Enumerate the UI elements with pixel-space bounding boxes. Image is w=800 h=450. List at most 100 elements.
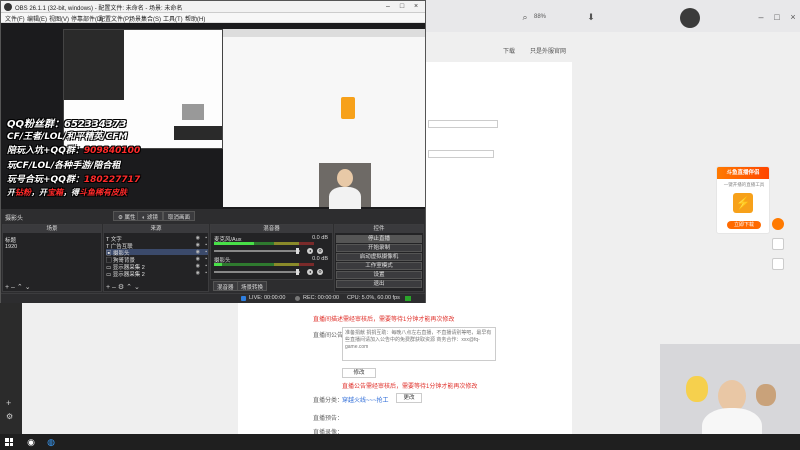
virtual-camera-button[interactable]: 启动虚拟摄像机 <box>336 253 422 261</box>
menu-scene-collection[interactable]: 场景集合(S) <box>129 14 161 23</box>
menu-profile[interactable]: 配置文件(P) <box>99 14 131 23</box>
add-icon[interactable]: + <box>5 284 9 291</box>
promo-line-6d: 宝箱 <box>47 188 63 197</box>
move-down-icon[interactable]: ⌄ <box>25 284 31 291</box>
close-icon[interactable]: × <box>788 12 798 22</box>
volume-fader-knob[interactable] <box>296 269 299 275</box>
cpu-usage: CPU: 5.0%, 60.00 fps <box>347 295 400 301</box>
windows-taskbar: ◉ ◍ <box>0 434 800 450</box>
volume-fader-knob[interactable] <box>296 248 299 254</box>
menu-file[interactable]: 文件(F) <box>5 14 25 23</box>
ad-download-button[interactable]: 立即下载 <box>727 221 761 229</box>
mixer-tab[interactable]: 混音器 <box>213 281 238 291</box>
promo-line-4: 玩CF/LOL/各种手游/陪合租 <box>7 161 121 171</box>
notice-input[interactable] <box>428 150 494 158</box>
source-item[interactable]: ▭ 显示器采集 2 ◉ ▪ <box>106 270 208 278</box>
volume-fader[interactable] <box>214 248 300 254</box>
windows-start-icon[interactable] <box>5 438 13 446</box>
download-link[interactable]: 下载 <box>503 46 515 55</box>
scene-item[interactable]: 1920 <box>5 244 17 250</box>
bitrate-indicator-icon <box>405 296 411 301</box>
source-item[interactable]: ▣ 摄影头 ◉ ▪ <box>106 249 208 257</box>
eye-icon[interactable]: ◉ <box>196 235 200 241</box>
obs-taskbar-icon[interactable]: ◉ <box>26 437 36 447</box>
source-item[interactable]: T 文字 ◉ ▪ <box>106 235 208 243</box>
captured-browser-bar <box>223 29 425 37</box>
nested-webcam <box>182 104 204 120</box>
scene-item[interactable]: 标题 <box>5 236 16 244</box>
settings-icon[interactable]: ⚙ <box>6 412 13 421</box>
download-icon[interactable]: ⬇ <box>586 12 596 22</box>
zoom-indicator: 88% <box>534 14 547 20</box>
filters-button[interactable]: ◐ 滤镜 <box>137 211 163 221</box>
promo-line-6c: ，开 <box>31 188 47 197</box>
gear-icon[interactable]: ⚙ <box>317 248 323 254</box>
speaker-icon[interactable]: ◂ <box>307 248 313 254</box>
lock-icon[interactable]: ▪ <box>205 249 207 255</box>
promo-line-6e: ，得 <box>63 188 79 197</box>
streamer-webcam <box>660 344 800 448</box>
title-input[interactable] <box>428 120 498 128</box>
nested-dark-area <box>64 30 124 100</box>
start-recording-button[interactable]: 开始录制 <box>336 244 422 252</box>
lock-icon[interactable]: ▪ <box>205 270 207 276</box>
announcement-textarea[interactable]: 准备捐献 捐捐互助：每晚八点左右直播，不直播请别等吧，最早有些直播间请加入公告中… <box>342 327 496 361</box>
add-icon[interactable]: + <box>106 284 110 291</box>
exit-button[interactable]: 退出 <box>336 280 422 288</box>
menu-edit[interactable]: 编辑(E) <box>27 14 47 23</box>
scene-transitions-tab[interactable]: 场景转换 <box>237 281 268 291</box>
category-label: 直播分类： <box>313 398 344 404</box>
webcam-feed <box>319 163 371 211</box>
eye-icon[interactable]: ◉ <box>196 242 200 248</box>
menu-help[interactable]: 帮助(H) <box>185 14 205 23</box>
live-float-icon[interactable] <box>772 218 784 230</box>
menu-view[interactable]: 视图(V) <box>49 14 69 23</box>
home-float-icon[interactable] <box>772 238 784 250</box>
add-icon[interactable]: + <box>6 398 11 408</box>
studio-mode-button[interactable]: 工作室模式 <box>336 262 422 270</box>
gear-icon[interactable]: ⚙ <box>118 284 124 291</box>
category-link[interactable]: 穿越火线~~~抢工 <box>342 395 389 404</box>
settings-button[interactable]: 设置 <box>336 271 422 279</box>
promo-line-3-number: 909840100 <box>83 146 141 156</box>
obs-maximize-icon[interactable]: □ <box>395 2 409 12</box>
remove-icon[interactable]: – <box>112 284 116 291</box>
source-item[interactable]: ▭ 显示器采集 2 ◉ ▪ <box>106 263 208 271</box>
share-float-icon[interactable] <box>772 258 784 270</box>
lock-icon[interactable]: ▪ <box>205 263 207 269</box>
remove-icon[interactable]: – <box>11 284 15 291</box>
minimize-icon[interactable]: – <box>756 12 766 22</box>
eye-icon[interactable]: ◉ <box>196 249 200 255</box>
move-down-icon[interactable]: ⌄ <box>134 284 140 291</box>
ad-card[interactable]: 斗鱼直播伴侣 一键开播的直播工具 ⚡ 立即下载 <box>716 166 770 234</box>
change-button[interactable]: 更改 <box>396 393 422 403</box>
obs-close-icon[interactable]: × <box>409 2 423 12</box>
eye-icon[interactable]: ◉ <box>196 263 200 269</box>
user-label[interactable]: 只是外服官网 <box>530 46 566 55</box>
eye-icon[interactable]: ◉ <box>196 270 200 276</box>
obs-minimize-icon[interactable]: – <box>381 2 395 12</box>
move-up-icon[interactable]: ⌃ <box>17 284 23 291</box>
lock-icon[interactable]: ▪ <box>205 242 207 248</box>
source-item[interactable]: ▢ 狗哥背景 ◉ ▪ <box>106 256 208 264</box>
obs-preview[interactable]: QQ粉丝群：652334373 CF/王者/LOL/和平精英/CFM 陪玩入坑+… <box>1 23 425 211</box>
search-icon[interactable]: ⌕ <box>520 12 530 22</box>
speaker-icon[interactable]: ◂ <box>307 269 313 275</box>
source-item[interactable]: T 广告互联 ◉ ▪ <box>106 242 208 250</box>
stop-streaming-button[interactable]: 停止直播 <box>336 235 422 243</box>
gear-icon[interactable]: ⚙ <box>317 269 323 275</box>
maximize-icon[interactable]: □ <box>772 12 782 22</box>
deactivate-button[interactable]: 取消画面 <box>163 211 196 221</box>
avatar[interactable] <box>680 8 700 28</box>
mixer-channel-db: 0.0 dB <box>312 256 328 262</box>
lock-icon[interactable]: ▪ <box>205 256 207 262</box>
move-up-icon[interactable]: ⌃ <box>126 284 132 291</box>
modify-button[interactable]: 修改 <box>342 368 376 378</box>
eye-icon[interactable]: ◉ <box>196 256 200 262</box>
browser-taskbar-icon[interactable]: ◍ <box>46 437 56 447</box>
menu-tools[interactable]: 工具(T) <box>163 14 183 23</box>
volume-fader[interactable] <box>214 269 300 275</box>
live-timer: LIVE: 00:00:00 <box>249 295 286 301</box>
lock-icon[interactable]: ▪ <box>205 235 207 241</box>
promo-line-5-label: 玩号合玩+QQ群： <box>7 175 84 185</box>
